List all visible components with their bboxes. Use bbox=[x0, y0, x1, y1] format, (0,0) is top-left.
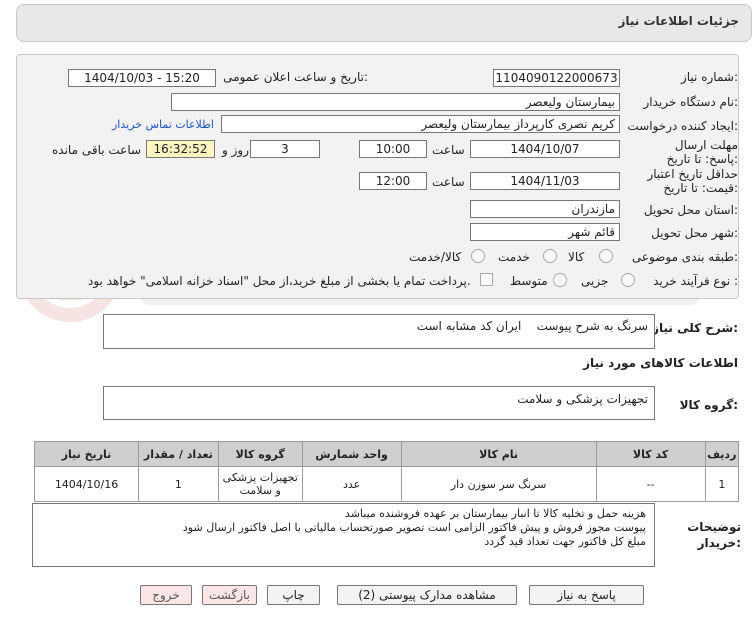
reply-deadline-time-label: ساعت bbox=[432, 143, 465, 157]
buyer-note-line: هزینه حمل و تخلیه کالا تا انبار بیمارستا… bbox=[344, 507, 646, 520]
col-goods-group: گروه کالا bbox=[217, 441, 303, 467]
remaining-days-label: روز و bbox=[222, 143, 249, 157]
category-service-radio[interactable] bbox=[543, 249, 557, 263]
back-button[interactable]: بازگشت bbox=[202, 585, 257, 605]
process-small-radio[interactable] bbox=[621, 273, 635, 287]
price-validity-date: 1404/11/03 bbox=[470, 172, 620, 190]
city-label: شهر محل تحویل: bbox=[651, 226, 738, 240]
process-medium-label: متوسط bbox=[510, 274, 548, 288]
reply-button[interactable]: پاسخ به نیاز bbox=[529, 585, 644, 605]
reply-deadline-date: 1404/10/07 bbox=[470, 140, 620, 158]
cell-quantity: 1 bbox=[138, 466, 219, 502]
process-small-label: جزیی bbox=[581, 274, 609, 288]
col-goods-name: نام کالا bbox=[400, 441, 597, 467]
announce-datetime-field: 1404/10/03 - 15:20 bbox=[68, 69, 216, 87]
buyer-notes-field: هزینه حمل و تخلیه کالا تا انبار بیمارستا… bbox=[32, 503, 655, 567]
buyer-contact-link[interactable]: اطلاعات تماس خریدار bbox=[112, 118, 214, 131]
remaining-time-label: ساعت باقی مانده bbox=[52, 143, 142, 157]
process-type-label: نوع فرآیند خرید : bbox=[653, 274, 738, 288]
remaining-time-field: 16:32:52 bbox=[146, 140, 215, 158]
cell-unit: عدد bbox=[301, 466, 402, 502]
general-description-text: سرنگ به شرح پیوست ایران کد مشابه است bbox=[416, 319, 648, 333]
buyer-note-line: پیوست مجوز فروش و پیش فاکتور الزامی است … bbox=[182, 521, 646, 534]
buyer-org-label: نام دستگاه خریدار: bbox=[643, 95, 739, 109]
remaining-days-field: 3 bbox=[250, 140, 320, 158]
general-description-label: شرح کلی نیاز: bbox=[652, 321, 738, 335]
col-need-date: تاریخ نیاز bbox=[33, 441, 140, 467]
table-row: 1404/10/16 1 تجهیزات پزشکی و سلامت عدد س… bbox=[33, 466, 740, 502]
requester-label: ایجاد کننده درخواست: bbox=[627, 119, 738, 133]
need-number-label: شماره نیاز: bbox=[680, 70, 738, 84]
reply-deadline-label: مهلت ارسال پاسخ: تا تاریخ: bbox=[666, 138, 738, 166]
goods-group-field: تجهیزات پزشکی و سلامت bbox=[103, 386, 655, 420]
requester-field: کریم نصری کارپرداز بیمارستان ولیعصر bbox=[221, 115, 620, 133]
treasury-docs-checkbox[interactable] bbox=[480, 273, 493, 286]
cell-goods-code: -- bbox=[595, 466, 706, 502]
col-unit: واحد شمارش bbox=[301, 441, 402, 467]
category-label: طبقه بندی موضوعی: bbox=[631, 250, 738, 264]
category-goods-radio[interactable] bbox=[599, 249, 613, 263]
buyer-notes-text: هزینه حمل و تخلیه کالا تا انبار بیمارستا… bbox=[183, 507, 646, 549]
announce-datetime-label: تاریخ و ساعت اعلان عمومی: bbox=[223, 70, 368, 84]
print-button[interactable]: چاپ bbox=[267, 585, 320, 605]
goods-group-text: تجهیزات پزشکی و سلامت bbox=[517, 392, 648, 406]
table-header-row: تاریخ نیاز تعداد / مقدار گروه کالا واحد … bbox=[33, 441, 740, 467]
price-validity-time-label: ساعت bbox=[432, 175, 465, 189]
treasury-docs-note: پرداخت تمام یا بخشی از مبلغ خرید،از محل … bbox=[88, 274, 471, 288]
col-quantity: تعداد / مقدار bbox=[138, 441, 219, 467]
category-service-label: خدمت bbox=[498, 250, 530, 264]
buyer-org-field: بیمارستان ولیعصر bbox=[171, 93, 620, 111]
goods-info-title: اطلاعات کالاهای مورد نیاز bbox=[583, 356, 738, 370]
cell-goods-name: سرنگ سر سوزن دار bbox=[400, 466, 597, 502]
cell-need-date: 1404/10/16 bbox=[33, 466, 140, 502]
page-title: جزئیات اطلاعات نیاز bbox=[618, 14, 739, 28]
category-goods-service-label: کالا/خدمت bbox=[409, 250, 462, 264]
col-goods-code: کد کالا bbox=[595, 441, 706, 467]
goods-table: تاریخ نیاز تعداد / مقدار گروه کالا واحد … bbox=[33, 441, 740, 502]
exit-button[interactable]: خروج bbox=[140, 585, 192, 605]
page-header: جزئیات اطلاعات نیاز bbox=[16, 4, 752, 42]
category-goods-service-radio[interactable] bbox=[471, 249, 485, 263]
category-goods-label: کالا bbox=[568, 250, 585, 264]
cell-goods-group: تجهیزات پزشکی و سلامت bbox=[217, 466, 303, 502]
city-field: قائم شهر bbox=[470, 223, 620, 241]
price-validity-label: حداقل تاریخ اعتبار قیمت: تا تاریخ: bbox=[647, 167, 738, 195]
general-description-field: سرنگ به شرح پیوست ایران کد مشابه است bbox=[103, 314, 655, 349]
goods-group-label: گروه کالا: bbox=[679, 398, 738, 412]
reply-deadline-time: 10:00 bbox=[359, 140, 427, 158]
buyer-note-line: مبلغ کل فاکتور جهت تعداد قید گردد bbox=[484, 535, 646, 548]
cell-row: 1 bbox=[704, 466, 740, 502]
process-medium-radio[interactable] bbox=[553, 273, 567, 287]
col-row: ردیف bbox=[704, 441, 740, 467]
view-attachments-button[interactable]: مشاهده مدارک پیوستی (2) bbox=[337, 585, 517, 605]
price-validity-time: 12:00 bbox=[359, 172, 427, 190]
need-number-field: 1104090122000673 bbox=[493, 69, 620, 87]
province-label: استان محل تحویل: bbox=[643, 203, 738, 217]
province-field: مازندران bbox=[470, 200, 620, 218]
buyer-notes-label: توضیحات خریدار: bbox=[687, 520, 741, 550]
